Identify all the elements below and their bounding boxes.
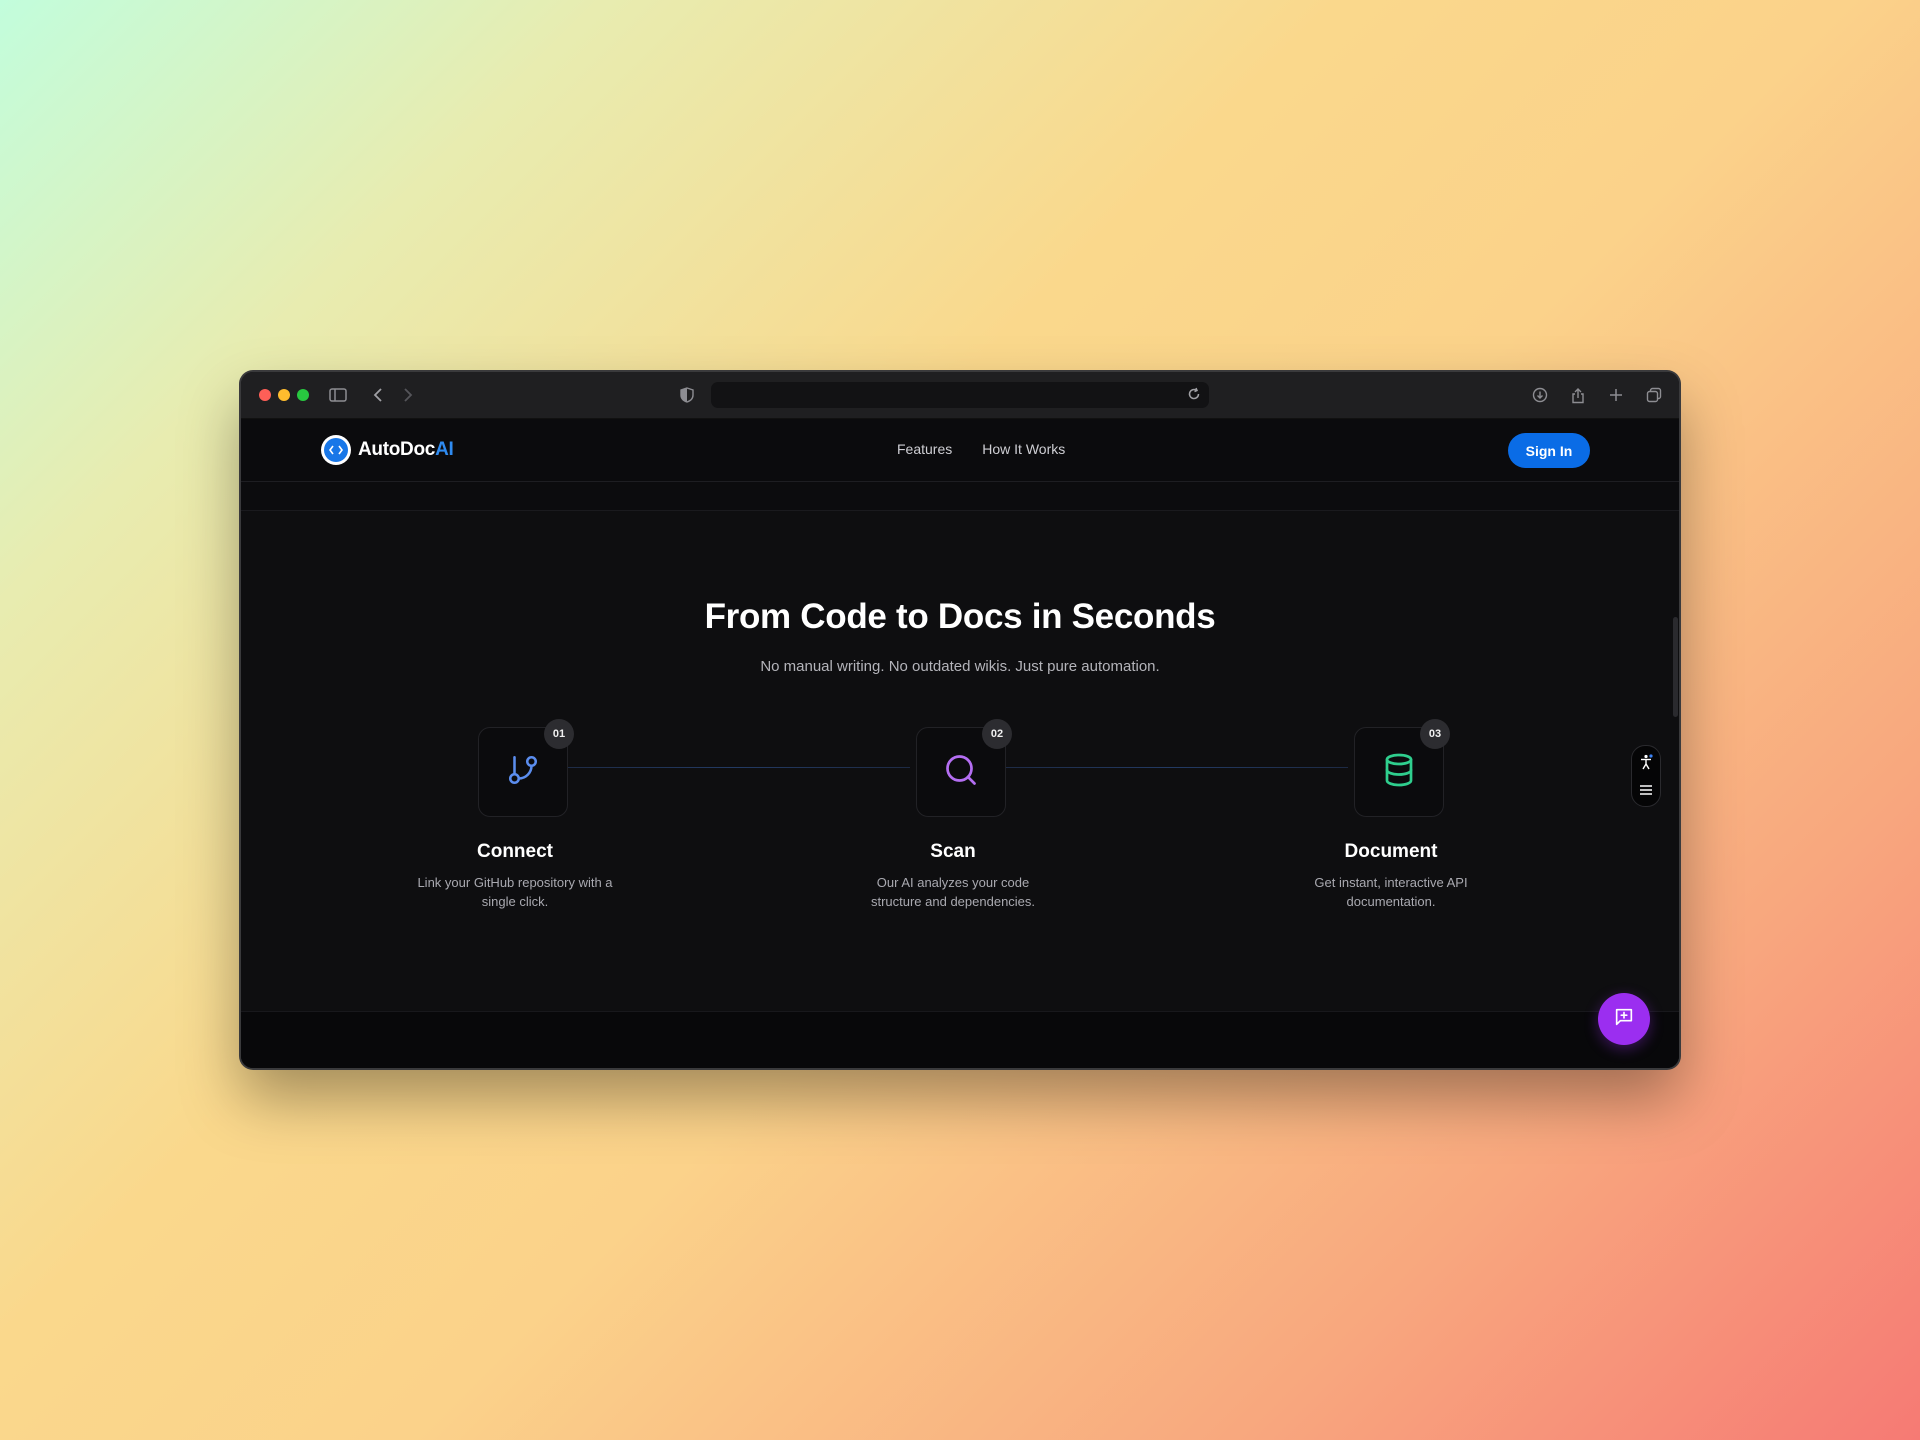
section-subtitle: No manual writing. No outdated wikis. Ju… <box>760 658 1160 675</box>
sidebar-toggle-icon[interactable] <box>327 384 349 406</box>
step-description: Get instant, interactive API documentati… <box>1314 875 1468 909</box>
step-number-badge: 02 <box>982 719 1012 749</box>
reload-icon[interactable] <box>1187 387 1203 403</box>
logo-code-icon <box>321 435 351 465</box>
download-icon[interactable] <box>1529 384 1551 406</box>
brand-logo[interactable]: AutoDocAI <box>321 435 454 465</box>
forward-icon[interactable] <box>397 384 419 406</box>
step-description: Our AI analyzes your code structure and … <box>870 875 1036 909</box>
step-number-badge: 01 <box>544 719 574 749</box>
step-connector-line <box>559 767 910 768</box>
browser-window: AutoDocAI Features How It Works Sign In … <box>241 372 1679 1068</box>
page-footer <box>241 1011 1679 1068</box>
step-title: Scan <box>930 841 976 862</box>
accessibility-widget[interactable] <box>1631 745 1661 807</box>
browser-toolbar <box>241 372 1679 419</box>
tab-overview-icon[interactable] <box>1643 384 1665 406</box>
page-scrollbar[interactable] <box>1673 617 1678 717</box>
nav-link-how-it-works[interactable]: How It Works <box>982 441 1065 457</box>
section-title: From Code to Docs in Seconds <box>704 597 1216 636</box>
privacy-shield-icon[interactable] <box>676 384 698 406</box>
chat-plus-icon <box>1613 1006 1635 1033</box>
search-icon <box>943 752 979 793</box>
accessibility-icon[interactable] <box>1638 754 1654 770</box>
back-icon[interactable] <box>367 384 389 406</box>
step-title: Document <box>1344 841 1438 862</box>
database-icon <box>1381 752 1417 793</box>
step-title: Connect <box>477 841 553 862</box>
web-page: AutoDocAI Features How It Works Sign In … <box>241 419 1679 1068</box>
brand-name-accent: AI <box>435 439 454 460</box>
share-icon[interactable] <box>1567 384 1589 406</box>
git-branch-icon <box>506 753 540 792</box>
step-connector-line <box>997 767 1348 768</box>
brand-name-primary: AutoDoc <box>358 439 436 460</box>
step-number-badge: 03 <box>1420 719 1450 749</box>
brand-name: AutoDocAI <box>358 439 454 461</box>
how-it-works-section: From Code to Docs in Seconds No manual w… <box>241 511 1679 1011</box>
step-description: Link your GitHub repository with a singl… <box>417 875 613 909</box>
new-tab-icon[interactable] <box>1605 384 1627 406</box>
nav-links: Features How It Works <box>897 441 1065 457</box>
chat-button[interactable] <box>1598 993 1650 1045</box>
close-window-button[interactable] <box>259 389 271 401</box>
address-bar[interactable] <box>711 382 1209 408</box>
sign-in-button[interactable]: Sign In <box>1508 433 1590 468</box>
minimize-window-button[interactable] <box>278 389 290 401</box>
maximize-window-button[interactable] <box>297 389 309 401</box>
nav-link-features[interactable]: Features <box>897 441 952 457</box>
site-header: AutoDocAI Features How It Works Sign In <box>241 419 1679 482</box>
menu-icon[interactable] <box>1638 782 1654 798</box>
section-divider <box>241 482 1679 511</box>
